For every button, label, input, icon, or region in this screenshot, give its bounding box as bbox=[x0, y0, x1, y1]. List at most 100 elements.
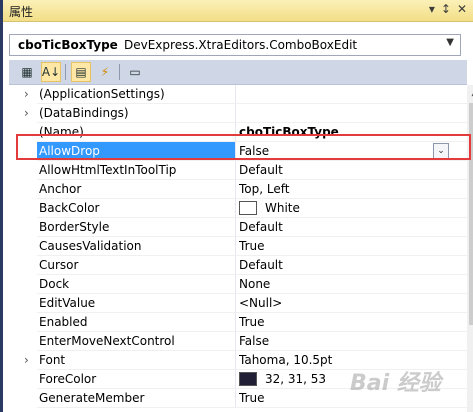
alphabetical-button[interactable]: A↓ bbox=[41, 62, 61, 82]
property-row[interactable]: CausesValidation True bbox=[19, 237, 467, 256]
column-divider bbox=[235, 104, 236, 123]
events-button[interactable]: ⚡ bbox=[95, 62, 115, 82]
property-row[interactable]: Enabled True bbox=[19, 313, 467, 332]
properties-button[interactable]: ▤ bbox=[71, 62, 91, 82]
scroll-thumb[interactable] bbox=[469, 103, 473, 325]
property-name[interactable]: EnterMoveNextControl bbox=[39, 334, 229, 348]
expand-chevron-icon[interactable]: › bbox=[24, 87, 29, 101]
close-icon[interactable]: ✕ bbox=[457, 2, 467, 16]
property-name[interactable]: EditValue bbox=[39, 296, 229, 310]
property-row[interactable]: › (DataBindings) bbox=[19, 104, 467, 123]
property-value[interactable]: cboTicBoxType bbox=[239, 125, 339, 139]
categorized-button[interactable]: ▦ bbox=[17, 62, 37, 82]
chevron-down-icon[interactable]: ▼ bbox=[446, 37, 454, 48]
property-name[interactable]: Dock bbox=[39, 277, 229, 291]
property-name[interactable]: AllowHtmlTextInToolTip bbox=[39, 163, 229, 177]
property-row[interactable]: BorderStyle Default bbox=[19, 218, 467, 237]
column-divider bbox=[235, 199, 236, 218]
property-value[interactable]: White bbox=[265, 201, 300, 215]
properties-icon: ▤ bbox=[75, 65, 87, 79]
row-divider bbox=[37, 331, 467, 332]
watermark: Bai 经验 bbox=[350, 371, 441, 396]
property-value[interactable]: <Null> bbox=[239, 296, 282, 310]
object-selector[interactable]: cboTicBoxType DevExpress.XtraEditors.Com… bbox=[9, 34, 461, 56]
property-value[interactable]: True bbox=[239, 239, 265, 253]
row-divider bbox=[37, 350, 467, 351]
vertical-scrollbar[interactable]: ▲ bbox=[467, 85, 473, 412]
property-value[interactable]: Default bbox=[239, 258, 283, 272]
property-name[interactable]: AllowDrop bbox=[37, 142, 235, 161]
color-swatch bbox=[239, 201, 257, 215]
property-value[interactable]: False bbox=[239, 144, 269, 158]
row-gutter bbox=[19, 313, 37, 332]
column-divider bbox=[235, 218, 236, 237]
property-pages-button[interactable]: ▭ bbox=[125, 62, 145, 82]
property-row[interactable]: AllowDrop False ⌄ bbox=[19, 142, 467, 161]
property-value[interactable]: 32, 31, 53 bbox=[265, 372, 326, 386]
column-divider bbox=[235, 389, 236, 408]
property-name[interactable]: Enabled bbox=[39, 315, 229, 329]
property-name[interactable]: BorderStyle bbox=[39, 220, 229, 234]
property-value[interactable]: True bbox=[239, 391, 265, 405]
property-value[interactable]: False bbox=[239, 334, 269, 348]
property-value[interactable]: None bbox=[239, 277, 270, 291]
column-divider bbox=[235, 256, 236, 275]
row-gutter bbox=[19, 218, 37, 237]
column-divider bbox=[235, 85, 236, 104]
titlebar-buttons: ▾ ↕ ✕ bbox=[429, 2, 467, 16]
property-row[interactable]: (Name) cboTicBoxType bbox=[19, 123, 467, 142]
property-row[interactable]: Cursor Default bbox=[19, 256, 467, 275]
property-name[interactable]: CausesValidation bbox=[39, 239, 229, 253]
property-name[interactable]: ForeColor bbox=[39, 372, 229, 386]
scroll-up-icon[interactable]: ▲ bbox=[467, 85, 473, 101]
row-divider bbox=[37, 274, 467, 275]
property-name[interactable]: (Name) bbox=[39, 125, 229, 139]
property-name[interactable]: Anchor bbox=[39, 182, 229, 196]
property-row[interactable]: Dock None bbox=[19, 275, 467, 294]
row-divider bbox=[37, 312, 467, 313]
property-row[interactable]: EnterMoveNextControl False bbox=[19, 332, 467, 351]
column-divider bbox=[235, 142, 236, 161]
property-value[interactable]: Top, Left bbox=[239, 182, 289, 196]
property-row[interactable]: BackColor White bbox=[19, 199, 467, 218]
row-gutter bbox=[19, 370, 37, 389]
property-name[interactable]: (DataBindings) bbox=[39, 106, 229, 120]
property-name[interactable]: Font bbox=[39, 353, 229, 367]
auto-hide-icon[interactable]: ↕ bbox=[441, 2, 451, 16]
panel-title: 属性 bbox=[9, 5, 34, 19]
row-divider bbox=[37, 255, 467, 256]
row-divider bbox=[37, 198, 467, 199]
alphabetical-icon: A↓ bbox=[41, 65, 61, 79]
property-name[interactable]: GenerateMember bbox=[39, 391, 229, 405]
events-icon: ⚡ bbox=[100, 65, 110, 79]
toolbar-separator bbox=[65, 64, 66, 80]
color-swatch bbox=[239, 372, 257, 386]
properties-toolbar: ▦ A↓ ▤ ⚡ ▭ bbox=[9, 60, 467, 85]
row-gutter bbox=[19, 180, 37, 199]
row-gutter bbox=[19, 294, 37, 313]
expand-chevron-icon[interactable]: › bbox=[24, 106, 29, 120]
column-divider bbox=[235, 275, 236, 294]
property-name[interactable]: BackColor bbox=[39, 201, 229, 215]
property-row[interactable]: › (ApplicationSettings) bbox=[19, 85, 467, 104]
property-row[interactable]: AllowHtmlTextInToolTip Default bbox=[19, 161, 467, 180]
expand-chevron-icon[interactable]: › bbox=[24, 353, 29, 367]
property-name[interactable]: (ApplicationSettings) bbox=[39, 87, 229, 101]
object-name: cboTicBoxType bbox=[18, 38, 118, 52]
value-dropdown-icon[interactable]: ⌄ bbox=[433, 143, 449, 159]
property-value[interactable]: True bbox=[239, 315, 265, 329]
properties-window: 属性 ▾ ↕ ✕ cboTicBoxType DevExpress.XtraEd… bbox=[0, 0, 473, 412]
column-divider bbox=[235, 332, 236, 351]
row-divider bbox=[37, 103, 467, 104]
property-value[interactable]: Tahoma, 10.5pt bbox=[239, 353, 332, 367]
column-divider bbox=[235, 313, 236, 332]
property-value[interactable]: Default bbox=[239, 220, 283, 234]
property-row[interactable]: EditValue <Null> bbox=[19, 294, 467, 313]
property-value[interactable]: Default bbox=[239, 163, 283, 177]
window-position-icon[interactable]: ▾ bbox=[429, 2, 435, 16]
property-row[interactable]: Anchor Top, Left bbox=[19, 180, 467, 199]
property-name[interactable]: Cursor bbox=[39, 258, 229, 272]
toolbar-separator bbox=[119, 64, 120, 80]
property-pages-icon: ▭ bbox=[129, 65, 141, 79]
column-divider bbox=[235, 123, 236, 142]
